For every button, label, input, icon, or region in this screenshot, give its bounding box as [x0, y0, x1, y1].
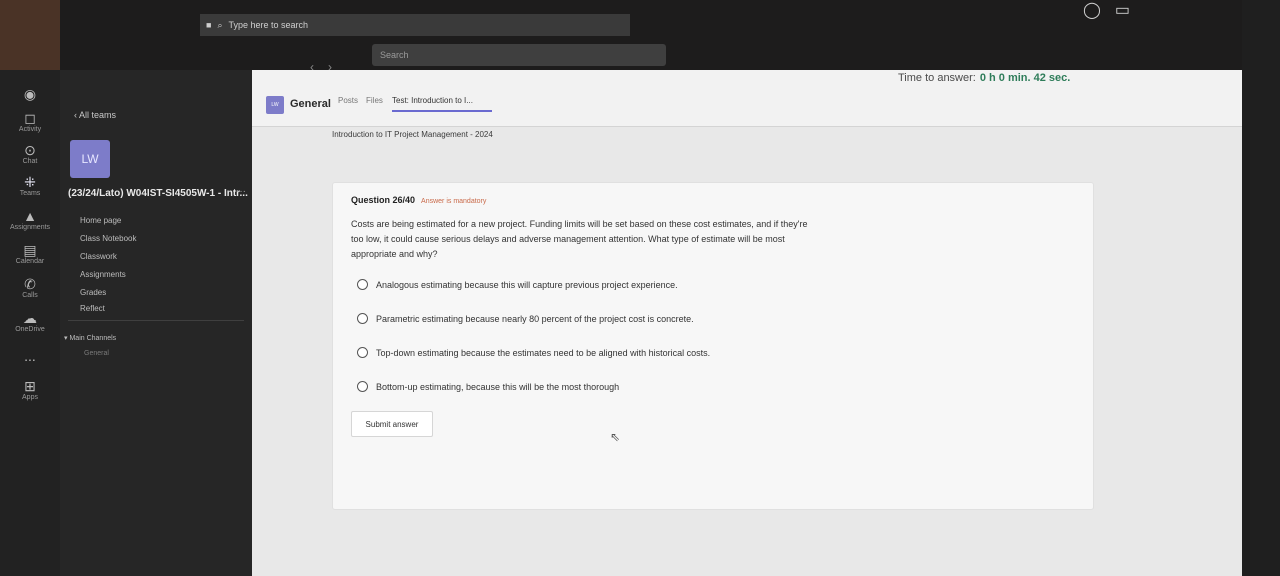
all-teams-label: All teams: [79, 110, 117, 120]
rail-label: Chat: [22, 158, 38, 165]
channel-general[interactable]: General: [84, 350, 109, 357]
rail-label: Teams: [19, 190, 41, 197]
rail-label: OneDrive: [15, 326, 45, 333]
answer-option[interactable]: Analogous estimating because this will c…: [357, 279, 678, 290]
sidebar-divider: [68, 320, 244, 321]
team-sidebar: ‹ All teams LW (23/24/Lato) W04IST-SI450…: [60, 70, 252, 576]
mouse-cursor-icon: ⇖: [610, 430, 621, 444]
phone-icon: ✆: [24, 276, 36, 292]
page-title: Introduction to IT Project Management - …: [332, 130, 493, 139]
nav-assignments[interactable]: Assignments: [80, 270, 126, 279]
rail-apps[interactable]: ⊞ Apps: [0, 378, 60, 401]
taskbar-search-placeholder: Type here to search: [228, 20, 309, 30]
team-more-button[interactable]: ···: [236, 186, 246, 197]
bell-icon: ◉: [23, 86, 37, 102]
rail-more[interactable]: ...: [0, 348, 60, 364]
nav-home-page[interactable]: Home page: [80, 216, 121, 225]
assignments-icon: ▲: [23, 208, 37, 224]
chevron-left-icon: ‹: [74, 110, 77, 120]
time-to-answer: Time to answer: 0 h 0 min. 42 sec.: [898, 72, 1070, 84]
rail-teams[interactable]: ⁜ Teams: [0, 174, 60, 197]
nav-class-notebook[interactable]: Class Notebook: [80, 234, 136, 243]
nav-grades[interactable]: Grades: [80, 288, 106, 297]
notification-icon: ◻: [24, 110, 36, 126]
radio-button[interactable]: [357, 313, 368, 324]
channel-title: General: [290, 98, 331, 110]
chat-bubble-icon[interactable]: ◯: [1083, 0, 1101, 20]
answer-option-label: Parametric estimating because nearly 80 …: [376, 313, 694, 324]
chevron-down-icon: ▾: [64, 335, 68, 342]
rail-activity-label-wrap[interactable]: ◻ Activity: [0, 110, 60, 133]
radio-button[interactable]: [357, 381, 368, 392]
rail-label: Calls: [22, 292, 38, 299]
apps-icon: ⊞: [24, 378, 36, 394]
active-tab-indicator: [392, 110, 492, 112]
answer-option-label: Bottom-up estimating, because this will …: [376, 381, 620, 392]
window-icon[interactable]: ▭: [1115, 0, 1130, 20]
rail-label: Activity: [18, 126, 42, 133]
rail-label: Calendar: [15, 258, 45, 265]
channel-avatar: LW: [266, 96, 284, 114]
timer-label: Time to answer:: [898, 72, 976, 84]
mandatory-note: Answer is mandatory: [421, 198, 487, 205]
search-icon: ⌕: [217, 19, 223, 30]
timer-value: 0 h 0 min. 42 sec.: [979, 72, 1071, 84]
answer-option[interactable]: Top-down estimating because the estimate…: [357, 347, 710, 358]
windows-icon[interactable]: ■: [206, 20, 211, 30]
tab-files[interactable]: Files: [366, 96, 383, 105]
answer-option-label: Analogous estimating because this will c…: [376, 279, 678, 290]
team-name[interactable]: (23/24/Lato) W04IST-SI4505W-1 - Intr...: [68, 188, 248, 199]
question-text: Costs are being estimated for a new proj…: [351, 219, 808, 259]
rail-onedrive[interactable]: ☁ OneDrive: [0, 310, 60, 333]
submit-answer-button[interactable]: Submit answer: [351, 411, 433, 437]
rail-label: Apps: [22, 394, 38, 401]
channels-heading-label: Main Channels: [69, 335, 117, 342]
nav-classwork[interactable]: Classwork: [80, 252, 117, 261]
main-panel: LW General Posts Files Test: Introductio…: [252, 70, 1242, 576]
rail-assignments[interactable]: ▲ Assignments: [0, 208, 60, 231]
answer-option-label: Top-down estimating because the estimate…: [376, 347, 711, 358]
team-avatar: LW: [70, 140, 110, 178]
radio-button[interactable]: [357, 347, 368, 358]
rail-chat[interactable]: ⊙ Chat: [0, 142, 60, 165]
rail-calls[interactable]: ✆ Calls: [0, 276, 60, 299]
screen-bezel: [1242, 0, 1280, 576]
channel-header: LW General Posts Files Test: Introductio…: [252, 70, 1242, 127]
channels-heading[interactable]: ▾ Main Channels: [64, 334, 116, 342]
calendar-icon: ▤: [23, 242, 37, 258]
nav-reflect[interactable]: Reflect: [80, 304, 105, 313]
app-rail: ◉ ◻ Activity ⊙ Chat ⁜ Teams ▲ Assignment…: [0, 70, 60, 576]
window-controls: ◯ ▭: [1083, 0, 1130, 20]
rail-activity[interactable]: ◉: [0, 86, 60, 102]
cloud-icon: ☁: [23, 310, 37, 326]
question-card: Question 26/40 Answer is mandatory Costs …: [332, 182, 1094, 510]
more-icon: ...: [24, 348, 36, 364]
question-header: Question 26/40 Answer is mandatory: [351, 195, 486, 205]
teams-icon: ⁜: [24, 174, 36, 190]
window-search-input[interactable]: Search: [372, 44, 666, 66]
rail-calendar[interactable]: ▤ Calendar: [0, 242, 60, 265]
question-number: Question 26/40: [351, 195, 416, 205]
chat-icon: ⊙: [24, 142, 36, 158]
tab-test[interactable]: Test: Introduction to I...: [392, 96, 473, 105]
answer-option[interactable]: Bottom-up estimating, because this will …: [357, 381, 619, 392]
answer-option[interactable]: Parametric estimating because nearly 80 …: [357, 313, 694, 324]
window-search-placeholder: Search: [380, 50, 409, 60]
tab-posts[interactable]: Posts: [338, 96, 358, 105]
radio-button[interactable]: [357, 279, 368, 290]
taskbar-search[interactable]: ■ ⌕ Type here to search: [200, 14, 630, 36]
rail-label: Assignments: [9, 224, 51, 231]
all-teams-link[interactable]: ‹ All teams: [74, 110, 116, 120]
